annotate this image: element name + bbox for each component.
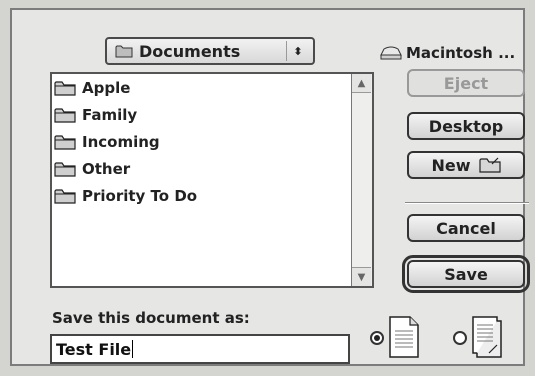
folder-icon <box>54 162 76 177</box>
list-item-label: Family <box>82 106 138 124</box>
folder-icon <box>54 108 76 123</box>
list-item-label: Incoming <box>82 133 160 151</box>
list-item[interactable]: Apple <box>54 76 130 100</box>
folder-icon <box>54 135 76 150</box>
desktop-button-label: Desktop <box>428 116 504 136</box>
stationery-format-radio[interactable] <box>453 331 467 345</box>
folder-icon <box>54 81 76 96</box>
scroll-down-arrow-icon[interactable]: ▼ <box>352 267 371 286</box>
volume-label: Macintosh ... <box>406 44 516 62</box>
document-icon <box>389 316 419 358</box>
save-dialog: Documents ⬍ Macintosh ... Apple Family I… <box>10 8 530 366</box>
folder-icon <box>54 189 76 204</box>
filename-field[interactable]: Test File <box>50 334 350 364</box>
save-prompt-label: Save this document as: <box>52 309 250 327</box>
list-item[interactable]: Family <box>54 103 137 127</box>
save-button-label: Save <box>444 264 488 284</box>
text-caret <box>132 340 134 358</box>
location-popup[interactable]: Documents ⬍ <box>105 37 315 65</box>
stationery-icon <box>472 316 502 358</box>
popup-arrows-icon: ⬍ <box>286 41 309 61</box>
hard-disk-icon <box>380 46 402 60</box>
cancel-button-label: Cancel <box>436 218 496 238</box>
scroll-up-arrow-icon[interactable]: ▲ <box>352 74 371 93</box>
volume-name: Macintosh ... <box>380 44 515 62</box>
new-folder-button-label: New <box>431 155 471 175</box>
list-item[interactable]: Incoming <box>54 130 160 154</box>
list-item-label: Priority To Do <box>82 187 198 205</box>
filename-value: Test File <box>56 339 132 359</box>
folder-icon <box>115 45 133 58</box>
button-divider <box>405 202 529 204</box>
eject-button-label: Eject <box>443 73 489 93</box>
file-list[interactable]: Apple Family Incoming Other Priority To … <box>50 72 374 288</box>
list-item[interactable]: Priority To Do <box>54 184 197 208</box>
list-item-label: Apple <box>82 79 131 97</box>
save-button[interactable]: Save <box>402 255 530 293</box>
cancel-button[interactable]: Cancel <box>407 214 525 242</box>
eject-button[interactable]: Eject <box>407 69 525 97</box>
desktop-button[interactable]: Desktop <box>407 112 525 140</box>
vertical-scrollbar[interactable]: ▲ ▼ <box>351 74 372 286</box>
location-popup-label: Documents <box>139 41 241 61</box>
list-item[interactable]: Other <box>54 157 130 181</box>
new-folder-icon <box>478 157 501 173</box>
list-item-label: Other <box>82 160 131 178</box>
file-list-items: Apple Family Incoming Other Priority To … <box>52 74 352 286</box>
document-format-radio[interactable] <box>370 331 384 345</box>
new-folder-button[interactable]: New <box>407 151 525 179</box>
